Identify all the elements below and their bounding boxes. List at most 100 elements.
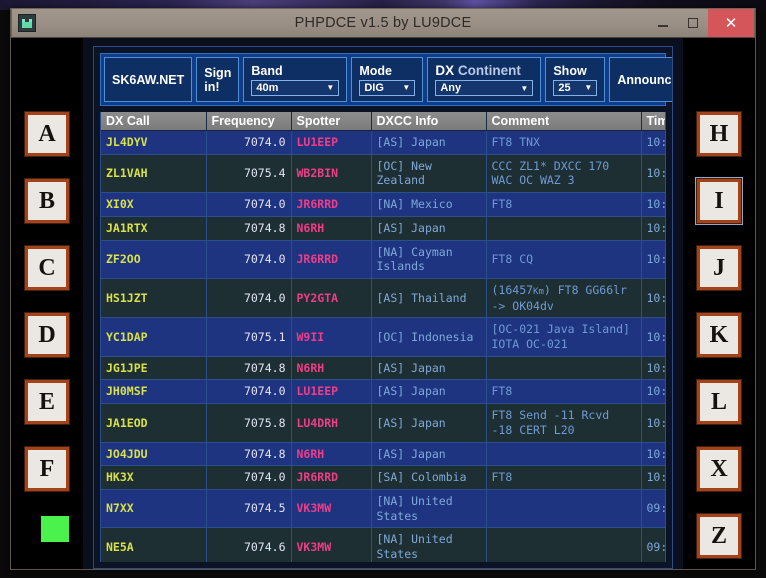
cell-spotter: N6RH <box>291 356 372 381</box>
index-key-d[interactable]: D <box>24 312 70 358</box>
right-index-strip: H I J K L X Z <box>683 38 755 569</box>
close-button[interactable]: ✕ <box>708 9 754 37</box>
cell-dx-call: ZF2OO <box>101 240 207 280</box>
cell-dxcc-info: [AS] Japan <box>371 356 487 381</box>
table-row[interactable]: NE5A7074.6VK3MW[NA] United States 09:47z <box>101 527 665 562</box>
application-window: PHPDCE v1.5 by LU9DCE ✕ A B C D E F H I … <box>10 8 756 570</box>
cell-comment <box>486 216 642 241</box>
maximize-button[interactable] <box>678 9 708 37</box>
band-label: Band <box>251 63 283 78</box>
cell-frequency: 7074.0 <box>206 130 292 155</box>
cell-comment: FT8 CQ <box>486 240 642 280</box>
index-key-i[interactable]: I <box>696 178 742 224</box>
index-key-z[interactable]: Z <box>696 513 742 559</box>
index-key-f[interactable]: F <box>24 446 70 492</box>
table-row[interactable]: JO4JDU7074.8N6RH[AS] Japan 10:09z <box>101 442 665 467</box>
table-row[interactable]: JL4DYV7074.0LU1EEP[AS] JapanFT8 TNX10:50… <box>101 130 665 155</box>
index-key-a[interactable]: A <box>24 111 70 157</box>
cell-spotter: W9II <box>291 317 372 357</box>
show-select[interactable]: 25 ▼ <box>553 79 598 96</box>
column-header-dx-call[interactable]: DX Call <box>101 112 207 131</box>
table-row[interactable]: YC1DAP 7075.1 W9II [OC] Indonesia [OC-021 Ja… <box>101 317 665 357</box>
table-row[interactable]: N7XX7074.5VK3MW[NA] United States 09:56z <box>101 489 665 529</box>
index-key-h[interactable]: H <box>696 111 742 157</box>
cell-comment: CCC ZL1* DXCC 170 WAC OC WAZ 3 <box>486 154 642 194</box>
index-key-c[interactable]: C <box>24 245 70 291</box>
cell-dxcc-info: [AS] Japan <box>371 442 487 467</box>
index-key-j[interactable]: J <box>696 245 742 291</box>
show-count-control: Show 25 ▼ <box>545 57 606 102</box>
dx-continent-label-dx: DX <box>435 62 455 78</box>
mode-control: Mode DIG ▼ <box>351 57 424 102</box>
index-key-b[interactable]: B <box>24 178 70 224</box>
cell-spotter: LU1EEP <box>291 130 372 155</box>
column-header-comment[interactable]: Comment <box>486 112 642 131</box>
table-row[interactable]: JG1JPE7074.8N6RH[AS] Japan 10:17z <box>101 356 665 381</box>
brand-button[interactable]: SK6AW.NET <box>104 57 193 102</box>
cell-spotter: VK3MW <box>291 527 372 562</box>
toolbar: SK6AW.NET Sign in! Band 40m ▼ Mode DIG ▼… <box>100 53 672 106</box>
cell-comment: (16457Km) FT8 GG66lr -> OK04dv <box>486 278 642 319</box>
client-area: A B C D E F H I J K L X Z SK6AW.NET Sign… <box>11 38 755 569</box>
table-row[interactable]: HS1JZT 7074.0 PY2GTA [AS] Thailand (16457Km)… <box>101 278 665 319</box>
cell-time: 10:29z <box>641 216 665 241</box>
column-header-time[interactable]: Time <box>641 112 665 131</box>
index-key-e[interactable]: E <box>24 379 70 425</box>
announces-button[interactable]: Announces <box>609 57 672 102</box>
cell-dx-call: JA1EOD <box>101 403 207 443</box>
window-controls: ✕ <box>648 9 754 37</box>
dx-continent-control: DX Continent Any ▼ <box>427 57 542 102</box>
mode-select[interactable]: DIG ▼ <box>359 79 416 96</box>
spots-table-body: JL4DYV7074.0LU1EEP[AS] JapanFT8 TNX10:50… <box>101 130 665 562</box>
cell-dxcc-info: [AS] Thailand <box>371 278 487 319</box>
minimize-button[interactable] <box>648 9 678 37</box>
column-header-frequency[interactable]: Frequency <box>206 112 292 131</box>
cell-dx-call: HS1JZT <box>101 278 207 319</box>
cell-dxcc-info: [NA] Mexico <box>371 192 487 217</box>
index-key-l[interactable]: L <box>696 379 742 425</box>
spots-table-container[interactable]: DX Call Frequency Spotter DXCC Info Comm… <box>100 112 666 562</box>
cell-frequency: 7075.1 <box>206 317 292 357</box>
cell-dxcc-info: [AS] Japan <box>371 130 487 155</box>
cell-comment: FT8 <box>486 379 642 405</box>
table-row[interactable]: JH0MSF7074.0LU1EEP[AS] JapanFT810:15z <box>101 379 665 405</box>
cell-dx-call: YC1DAP <box>101 317 207 357</box>
cell-dxcc-info: [OC] Indonesia <box>371 317 487 357</box>
cell-time: 09:56z <box>641 489 665 529</box>
page-frame: SK6AW.NET Sign in! Band 40m ▼ Mode DIG ▼… <box>93 46 673 569</box>
table-row[interactable]: JA1EOD 7075.8 LU4DRH [AS] Japan FT8 Send -11… <box>101 403 665 443</box>
dx-continent-select[interactable]: Any ▼ <box>435 80 534 97</box>
spots-table-head: DX Call Frequency Spotter DXCC Info Comm… <box>101 112 665 131</box>
cell-frequency: 7074.8 <box>206 216 292 241</box>
table-row[interactable]: HK3X7074.0JR6RRD[SA] ColombiaFT810:06z <box>101 465 665 491</box>
cell-time: 10:09z <box>641 442 665 467</box>
index-key-x[interactable]: X <box>696 446 742 492</box>
window-title: PHPDCE v1.5 by LU9DCE <box>294 15 472 31</box>
show-value: 25 <box>558 81 571 94</box>
cell-frequency: 7074.0 <box>206 192 292 217</box>
chevron-down-icon: ▼ <box>520 83 529 93</box>
band-select[interactable]: 40m ▼ <box>251 79 340 96</box>
cell-time: 10:23z <box>641 317 665 357</box>
index-key-k[interactable]: K <box>696 312 742 358</box>
dx-cluster-page: SK6AW.NET Sign in! Band 40m ▼ Mode DIG ▼… <box>83 38 683 569</box>
cell-comment: [OC-021 Java Island] IOTA OC-021 <box>486 317 642 357</box>
cell-frequency: 7074.0 <box>206 379 292 405</box>
cell-time: 10:30z <box>641 192 665 217</box>
sign-in-button[interactable]: Sign in! <box>196 57 240 102</box>
table-row[interactable]: XI0X7074.0JR6RRD[NA] MexicoFT810:30z <box>101 192 665 217</box>
cell-comment: FT8 TNX <box>486 130 642 155</box>
table-row[interactable]: ZL1VAH 7075.4 WB2BIN [OC] New Zealand CCC ZL… <box>101 154 665 194</box>
cell-spotter: JR6RRD <box>291 240 372 280</box>
table-row[interactable]: JA1RTX7074.8N6RH[AS] Japan 10:29z <box>101 216 665 241</box>
cell-dx-call: JL4DYV <box>101 130 207 155</box>
title-bar[interactable]: PHPDCE v1.5 by LU9DCE ✕ <box>11 8 755 38</box>
chevron-down-icon: ▼ <box>326 83 335 92</box>
cell-dxcc-info: [OC] New Zealand <box>371 154 487 194</box>
cell-frequency: 7074.0 <box>206 278 292 319</box>
column-header-dxcc-info[interactable]: DXCC Info <box>371 112 487 131</box>
cell-comment <box>486 527 642 562</box>
cell-dx-call: JG1JPE <box>101 356 207 381</box>
table-row[interactable]: ZF2OO 7074.0 JR6RRD [NA] Cayman Islands FT8 … <box>101 240 665 280</box>
column-header-spotter[interactable]: Spotter <box>291 112 372 131</box>
